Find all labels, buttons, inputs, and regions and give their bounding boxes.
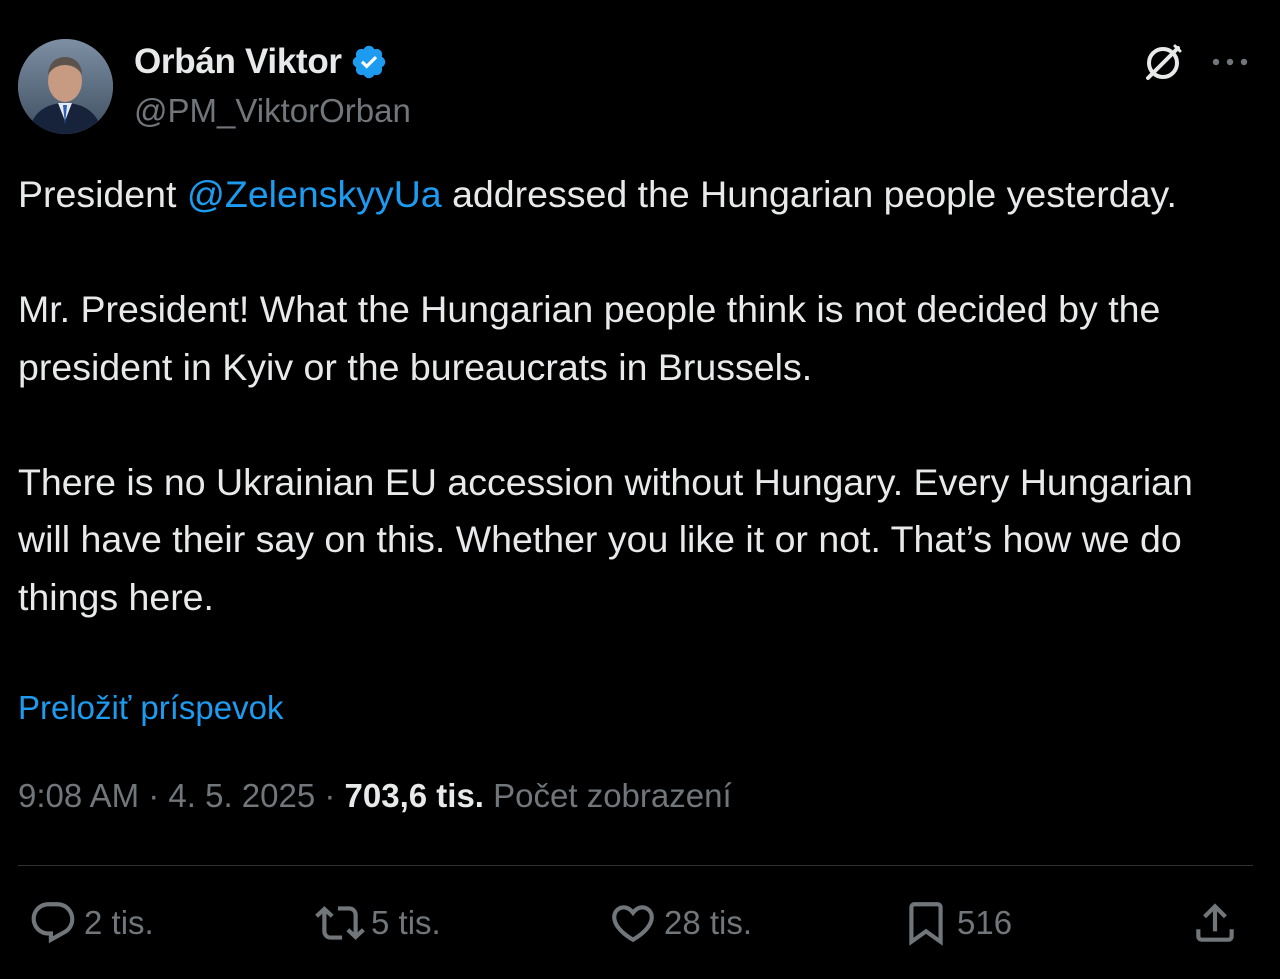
bookmark-button[interactable]: 516 xyxy=(901,898,1012,948)
reply-count: 2 tis. xyxy=(84,904,154,941)
views-label[interactable]: Počet zobrazení xyxy=(493,777,731,814)
reply-icon xyxy=(31,902,75,944)
meta-separator: · xyxy=(315,777,345,814)
share-button[interactable] xyxy=(1190,898,1240,948)
heart-icon xyxy=(612,905,654,943)
tweet-text-intro: President xyxy=(18,173,187,215)
tweet-date[interactable]: 4. 5. 2025 xyxy=(168,777,315,814)
repost-count: 5 tis. xyxy=(371,904,441,941)
bookmark-icon xyxy=(909,902,943,946)
author-display-name[interactable]: Orbán Viktor xyxy=(134,42,342,82)
repost-icon xyxy=(315,906,365,940)
translate-post-link[interactable]: Preložiť príspevok xyxy=(18,689,283,727)
tweet-time[interactable]: 9:08 AM xyxy=(18,777,139,814)
author-name-row: Orbán Viktor xyxy=(134,40,388,84)
like-button[interactable]: 28 tis. xyxy=(608,898,752,948)
verified-badge-icon[interactable] xyxy=(350,43,388,81)
tweet-text-body: addressed the Hungarian people yesterday… xyxy=(18,173,1193,618)
views-count[interactable]: 703,6 tis. xyxy=(345,777,484,814)
repost-button[interactable]: 5 tis. xyxy=(315,898,441,948)
more-horizontal-icon[interactable] xyxy=(1210,48,1250,76)
author-handle[interactable]: @PM_ViktorOrban xyxy=(134,92,411,130)
avatar[interactable] xyxy=(18,39,113,134)
meta-separator: · xyxy=(139,777,169,814)
share-icon xyxy=(1196,903,1234,942)
tweet-meta: 9:08 AM · 4. 5. 2025 · 703,6 tis. Počet … xyxy=(18,777,732,815)
reply-button[interactable]: 2 tis. xyxy=(28,898,154,948)
avatar-image xyxy=(18,39,113,134)
like-count: 28 tis. xyxy=(664,904,753,941)
mention-link[interactable]: @ZelenskyyUa xyxy=(187,173,442,215)
bookmark-count: 516 xyxy=(957,904,1013,941)
tweet-text: President @ZelenskyyUa addressed the Hun… xyxy=(18,166,1248,626)
grok-icon[interactable] xyxy=(1142,42,1184,84)
divider xyxy=(18,865,1253,866)
